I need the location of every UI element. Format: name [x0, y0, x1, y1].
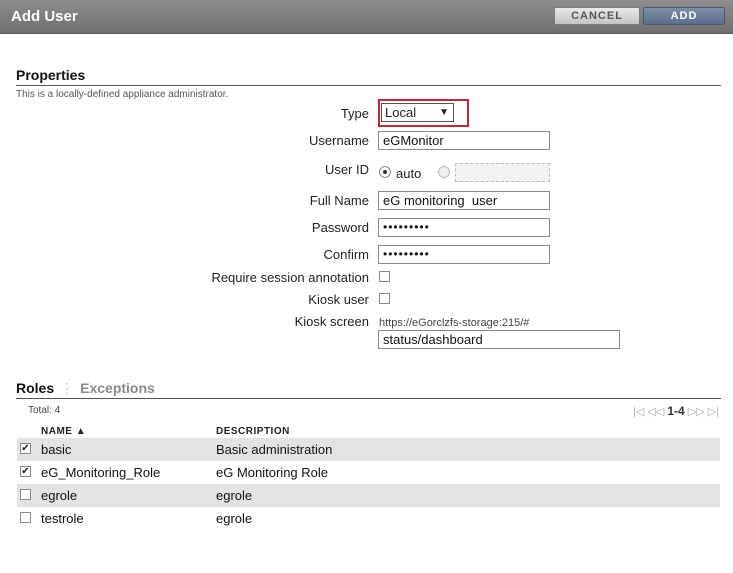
userid-label: User ID [324, 162, 369, 177]
role-name: testrole [41, 511, 84, 526]
properties-divider [16, 85, 721, 86]
role-checkbox-eg-monitoring[interactable]: ✔ [20, 466, 31, 477]
require-annotation-checkbox[interactable] [379, 271, 390, 282]
cancel-button[interactable]: CANCEL [554, 7, 640, 25]
role-description: Basic administration [216, 442, 333, 457]
username-label: Username [309, 133, 369, 148]
pager: |◁ ◁◁ 1-4 ▷▷ ▷| [633, 404, 719, 418]
require-annotation-label: Require session annotation [211, 270, 369, 285]
tab-exceptions[interactable]: Exceptions [80, 380, 155, 396]
username-input[interactable]: eGMonitor [378, 131, 550, 150]
confirm-input[interactable]: ••••••••• [378, 245, 550, 264]
properties-title: Properties [16, 67, 86, 83]
userid-auto-label: auto [396, 166, 422, 181]
userid-auto-radio[interactable] [379, 166, 391, 178]
dialog-titlebar: Add User CANCEL ADD [0, 0, 733, 34]
column-name-header[interactable]: NAME ▲ [41, 426, 86, 437]
type-select[interactable]: Local ▼ [381, 103, 454, 122]
tab-separator: ⋮ [60, 380, 75, 396]
password-input[interactable]: ••••••••• [378, 218, 550, 237]
roles-total: Total: 4 [28, 405, 61, 416]
tab-roles[interactable]: Roles [16, 380, 54, 396]
properties-note: This is a locally-defined appliance admi… [16, 89, 229, 100]
kiosk-screen-input[interactable]: status/dashboard [378, 330, 620, 349]
type-label: Type [340, 106, 369, 121]
next-page-icon[interactable]: ▷▷ [688, 406, 705, 418]
role-name: basic [41, 442, 72, 457]
kiosk-screen-label: Kiosk screen [294, 314, 369, 329]
roles-tabs: Roles ⋮ Exceptions [16, 380, 155, 397]
role-description: egrole [216, 511, 253, 526]
table-row[interactable]: ✔ eG_Monitoring_Role eG Monitoring Role [17, 461, 720, 484]
add-button[interactable]: ADD [643, 7, 725, 25]
fullname-input[interactable]: eG monitoring user [378, 191, 550, 210]
userid-manual-radio[interactable] [438, 166, 450, 178]
table-row[interactable]: testrole egrole [17, 507, 720, 530]
dialog-title: Add User [11, 8, 78, 25]
role-name: egrole [41, 488, 78, 503]
kiosk-user-label: Kiosk user [308, 292, 369, 307]
dropdown-arrow-icon: ▼ [439, 107, 449, 118]
fullname-label: Full Name [309, 193, 369, 208]
confirm-label: Confirm [323, 247, 369, 262]
role-checkbox-basic[interactable]: ✔ [20, 443, 31, 454]
role-name: eG_Monitoring_Role [41, 465, 161, 480]
last-page-icon[interactable]: ▷| [708, 406, 719, 418]
table-row[interactable]: ✔ basic Basic administration [17, 438, 720, 461]
roles-divider [16, 398, 721, 399]
prev-page-icon[interactable]: ◁◁ [647, 406, 664, 418]
column-description-header: DESCRIPTION [216, 426, 290, 437]
role-checkbox-testrole[interactable] [20, 512, 31, 523]
role-checkbox-egrole[interactable] [20, 489, 31, 500]
roles-table-header: NAME ▲ DESCRIPTION [17, 424, 720, 438]
pager-range: 1-4 [667, 404, 685, 418]
role-description: egrole [216, 488, 253, 503]
first-page-icon[interactable]: |◁ [633, 406, 644, 418]
userid-input[interactable] [455, 163, 550, 182]
role-description: eG Monitoring Role [216, 465, 328, 480]
kiosk-user-checkbox[interactable] [379, 293, 390, 304]
table-row[interactable]: egrole egrole [17, 484, 720, 507]
type-select-value: Local [385, 105, 417, 120]
password-label: Password [311, 220, 369, 235]
kiosk-screen-url: https://eGorclzfs-storage:215/# [379, 317, 530, 329]
